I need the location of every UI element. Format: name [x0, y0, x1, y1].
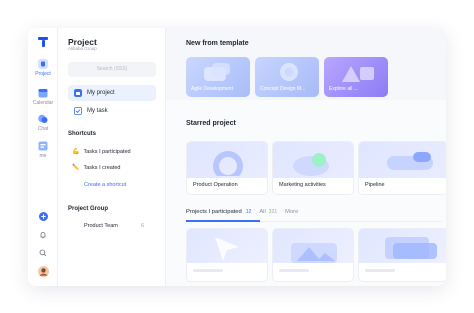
card-art [187, 142, 267, 178]
active-tab-indicator [186, 220, 260, 222]
project-card[interactable] [186, 228, 268, 282]
shortcut-label: Tasks I participated [83, 148, 131, 155]
notification-button[interactable] [28, 231, 58, 239]
team-count: 6 [140, 223, 144, 229]
tab-label: Projects I participated [186, 209, 242, 215]
rail-item-project[interactable]: Project [28, 59, 58, 77]
card-art [273, 229, 353, 263]
marketing-art-icon [293, 153, 329, 176]
starred-card-marketing[interactable]: Marketing activities [272, 141, 354, 195]
team-label: Product Team [84, 223, 118, 229]
shortcut-label: Tasks I created [83, 164, 121, 171]
bell-icon [40, 232, 46, 239]
template-label: Concept Design M... [260, 86, 306, 92]
rail-label-project: Project [35, 71, 51, 77]
rail-item-chat[interactable]: Chat [28, 114, 58, 132]
card-art [359, 229, 446, 263]
cursor-art-icon [215, 237, 239, 261]
template-heading: New from template [186, 40, 249, 47]
rail-label-me: me [39, 153, 47, 159]
project-card[interactable] [272, 228, 354, 282]
app-window: Project Calendar Chat me Project Alibaba… [28, 28, 446, 286]
project-icon [38, 59, 48, 69]
rail-label-chat: Chat [37, 126, 49, 132]
card-art [359, 142, 446, 178]
app-logo-icon[interactable] [37, 36, 49, 48]
placeholder-bar [193, 269, 223, 272]
card-art [273, 142, 353, 178]
check-icon [74, 107, 82, 115]
placeholder-bar [279, 269, 309, 272]
shortcuts-heading: Shortcuts [68, 131, 97, 137]
ring-icon [213, 151, 243, 176]
search-icon [39, 249, 47, 257]
tab-all[interactable]: All 321 [259, 209, 277, 215]
tab-label: More [285, 209, 299, 215]
search-button[interactable] [28, 249, 58, 257]
icon-rail: Project Calendar Chat me [28, 28, 58, 286]
search-input[interactable]: Search (SSS) [68, 62, 156, 77]
avatar[interactable] [28, 266, 58, 277]
placeholder-bar [365, 269, 395, 272]
template-card-agile[interactable]: Agile Development [186, 57, 250, 97]
avatar-icon [37, 266, 49, 277]
mountain-art-icon [291, 243, 337, 263]
project-group-heading: Project Group [68, 206, 109, 212]
rail-item-calendar[interactable]: Calendar [28, 88, 58, 106]
create-shortcut-link[interactable]: Create a shortcut [84, 182, 126, 188]
nav-my-project-label: My project [87, 90, 115, 96]
explore-all-card[interactable]: Explore all ... [324, 57, 388, 97]
rail-item-me[interactable]: me [28, 141, 58, 159]
panel-subtitle: Alibaba Group [68, 46, 97, 51]
card-label: Marketing activities [279, 182, 326, 188]
project-panel: Project Alibaba Group Search (SSS) My pr… [58, 28, 166, 286]
rail-label-calendar: Calendar [32, 100, 54, 106]
muscle-icon: 💪 [72, 149, 80, 155]
add-button[interactable] [28, 212, 58, 221]
plus-icon [38, 212, 48, 221]
shortcut-tasks-created[interactable]: ✏️ Tasks I created [72, 164, 121, 172]
starred-heading: Starred project [186, 120, 236, 127]
starred-card-pipeline[interactable]: Pipeline [358, 141, 446, 195]
nav-my-task-label: My task [87, 108, 108, 114]
card-label: Pipeline [365, 182, 385, 188]
template-label: Agile Development [191, 86, 233, 92]
template-art-icon [280, 63, 298, 81]
stack-art-icon [385, 237, 437, 259]
chat-icon [38, 114, 48, 123]
folder-icon [74, 89, 82, 97]
tab-projects-participated[interactable]: Projects I participated 12 [186, 209, 251, 215]
main-content: New from template Agile Development Conc… [166, 28, 446, 286]
tab-count: 12 [245, 209, 252, 215]
card-label: Product Operation [193, 182, 238, 188]
project-card[interactable] [358, 228, 446, 282]
shapes-icon [342, 66, 374, 82]
me-icon [38, 141, 48, 151]
shortcut-tasks-participated[interactable]: 💪 Tasks I participated [72, 148, 131, 156]
pipeline-art-icon [387, 152, 433, 170]
card-art [187, 229, 267, 263]
tab-count: 321 [268, 209, 278, 215]
pencil-icon: ✏️ [72, 165, 80, 171]
project-tabs: Projects I participated 12 All 321 More [186, 209, 306, 215]
template-card-concept[interactable]: Concept Design M... [255, 57, 319, 97]
tab-more[interactable]: More [285, 209, 298, 215]
template-art-icon [204, 63, 230, 81]
nav-my-project[interactable]: My project [68, 85, 156, 101]
product-team-item[interactable]: Product Team 6 [84, 223, 144, 229]
nav-my-task[interactable]: My task [68, 103, 156, 119]
calendar-icon [38, 89, 48, 98]
starred-card-product-operation[interactable]: Product Operation [186, 141, 268, 195]
template-label: Explore all ... [329, 86, 358, 92]
tab-label: All [259, 209, 266, 215]
